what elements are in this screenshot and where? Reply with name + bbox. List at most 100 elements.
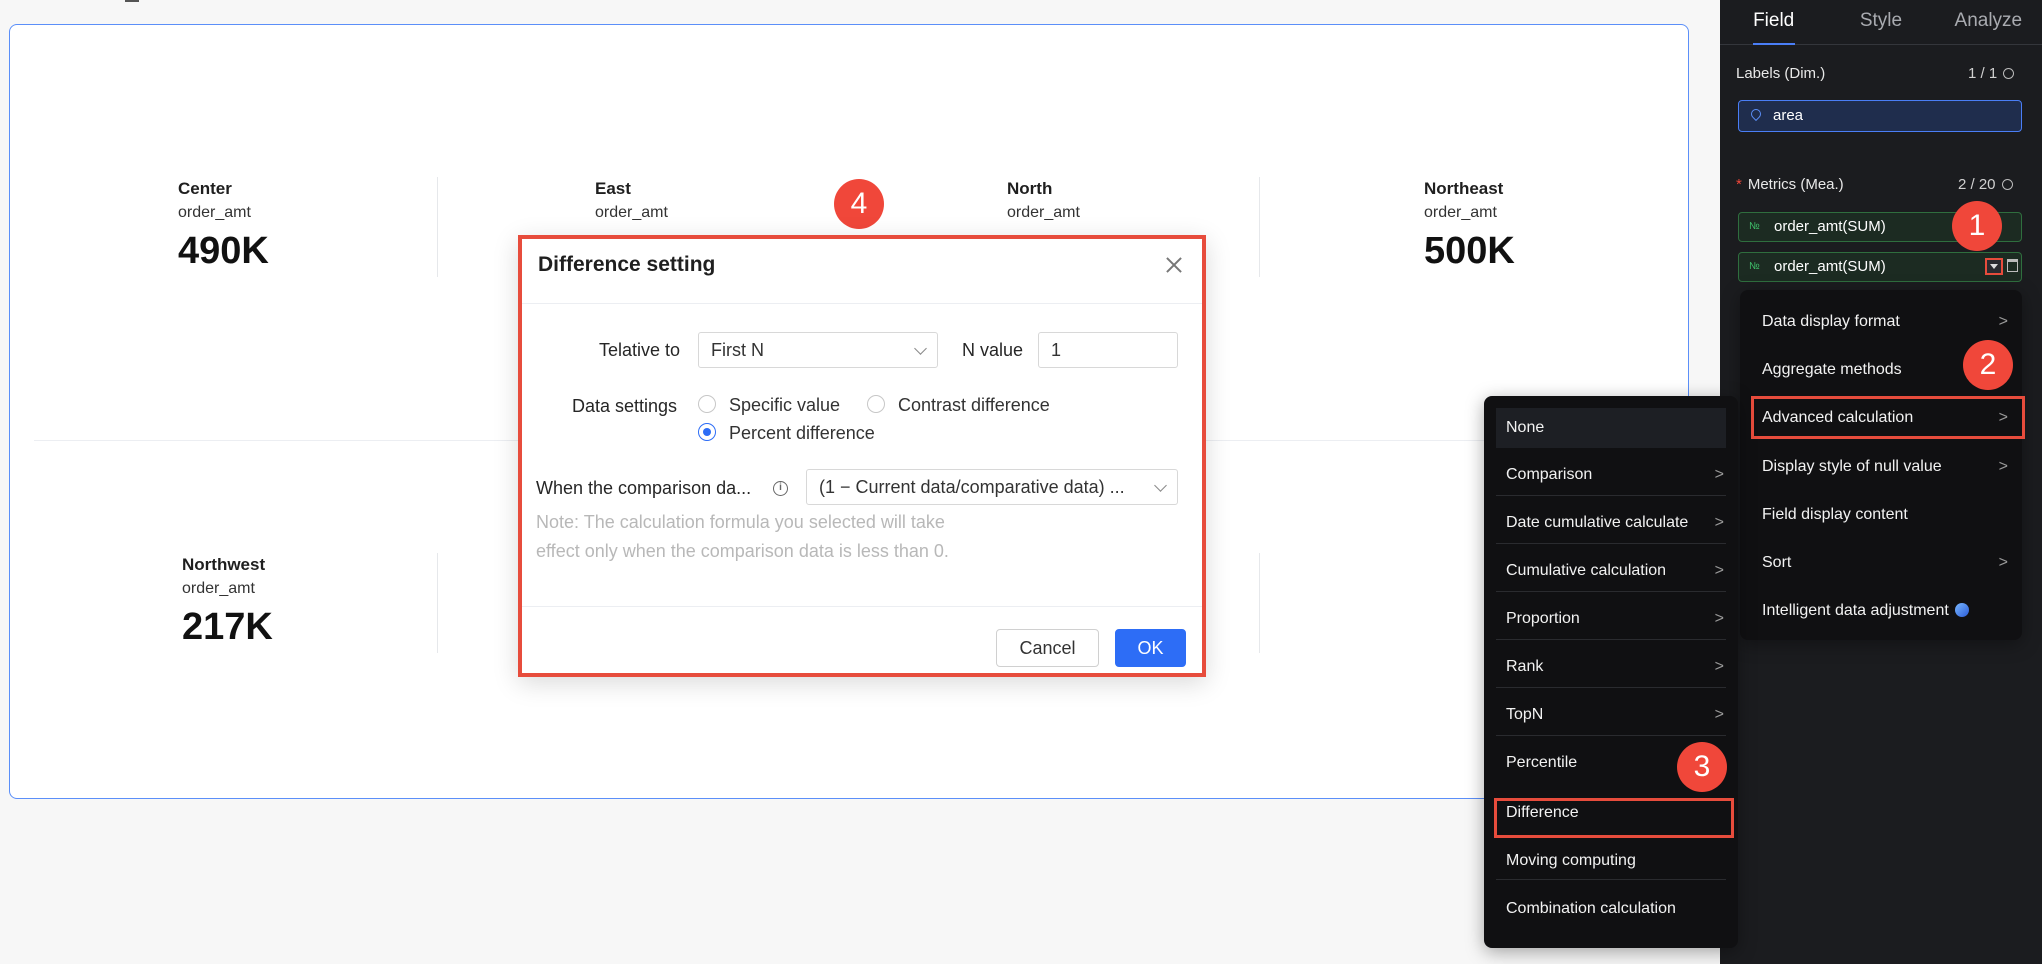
labels-section-title: Labels (Dim.) [1736,65,1826,82]
chevron-right-icon: > [1998,313,2008,330]
menu-item-label: Cumulative calculation [1506,562,1667,579]
gear-icon[interactable] [2001,179,2013,190]
menu-item-field-display-content[interactable]: Field display content [1740,506,2022,530]
menu-item-label: Data display format [1762,313,1900,330]
kpi-region: Northeast [1424,179,1504,198]
menu-item-label: TopN [1506,706,1544,723]
advanced-calculation-submenu: None Comparison > Date cumulative calcula… [1484,396,1738,948]
kpi-north: North order_amt [1007,178,1080,224]
dialog-footer-divider [522,606,1202,607]
menu-item-sort[interactable]: Sort > [1740,554,2022,578]
step-badge-3: 3 [1677,742,1727,792]
menu-item-data-display-format[interactable]: Data display format > [1740,313,2022,337]
menu-item-label: Comparison [1506,466,1593,483]
kpi-region: Center [178,179,232,198]
submenu-item-none[interactable]: None [1496,408,1726,448]
menu-item-label: Sort [1762,554,1792,571]
submenu-item-date-cumulative[interactable]: Date cumulative calculate > [1496,496,1726,544]
menu-item-intelligent-data-adjustment[interactable]: Intelligent data adjustment [1740,602,2022,626]
n-value-label: N value [962,340,1024,360]
menu-item-label: Difference [1506,804,1579,821]
kpi-measure: order_amt [1424,204,1497,221]
column-divider [437,553,438,653]
chevron-right-icon: > [1714,562,1724,579]
chevron-right-icon: > [1998,458,2008,475]
dimension-field-area[interactable]: area [1738,100,2022,132]
chevron-right-icon: > [1998,409,2008,426]
dialog-header-divider [522,303,1202,304]
kpi-center: Center order_amt 490K [178,178,269,274]
difference-setting-dialog: Difference setting Telative to First N N… [518,235,1206,677]
dropdown-arrow-button[interactable] [1985,258,2003,275]
close-icon[interactable] [1164,255,1184,275]
ok-button[interactable]: OK [1115,629,1186,667]
radio-specific-value[interactable]: Specific value [698,394,840,416]
info-icon[interactable]: i [773,481,788,496]
step-badge-2: 2 [1963,340,2013,390]
location-pin-icon [1748,106,1764,122]
kpi-northwest: Northwest order_amt 217K [182,554,273,650]
note-line-1: Note: The calculation formula you select… [536,512,945,532]
kpi-region: East [595,179,631,198]
trash-icon[interactable] [2007,259,2018,272]
menu-item-label: Display style of null value [1762,458,1942,475]
cancel-button[interactable]: Cancel [996,629,1099,667]
submenu-item-moving-computing[interactable]: Moving computing [1496,832,1726,880]
calculation-note: Note: The calculation formula you select… [536,508,996,566]
metric-label: order_amt(SUM) [1774,258,1886,275]
required-asterisk-icon: * [1736,176,1742,193]
tab-style[interactable]: Style [1827,0,1934,44]
tab-field[interactable]: Field [1720,0,1827,44]
top-cursor-stub [125,0,139,2]
metrics-section-title: * Metrics (Mea.) [1736,176,1844,193]
chevron-down-icon [914,342,927,355]
gear-icon[interactable] [2003,68,2015,79]
kpi-measure: order_amt [182,580,255,597]
menu-item-label: Proportion [1506,610,1580,627]
radio-contrast-difference[interactable]: Contrast difference [867,394,1050,416]
menu-item-label: Aggregate methods [1762,361,1902,378]
menu-item-display-style-null[interactable]: Display style of null value > [1740,458,2022,482]
menu-item-label: Date cumulative calculate [1506,514,1689,531]
chevron-right-icon: > [1714,610,1724,627]
ai-sparkle-icon [1954,603,1969,617]
kpi-region: North [1007,179,1053,198]
column-divider [1259,177,1260,277]
n-value-text: 1 [1051,340,1062,360]
submenu-item-rank[interactable]: Rank > [1496,640,1726,688]
radio-percent-difference[interactable]: Percent difference [698,422,875,444]
relative-to-select[interactable]: First N [698,332,938,368]
menu-item-label: Intelligent data adjustment [1762,602,1949,619]
kpi-region: Northwest [182,555,266,574]
menu-item-label: Combination calculation [1506,900,1676,917]
labels-count: 1 / 1 [1968,65,2015,82]
dialog-title: Difference setting [538,253,716,276]
kpi-northeast: Northeast order_amt 500K [1424,178,1515,274]
chevron-right-icon: > [1714,514,1724,531]
menu-item-label: None [1506,419,1545,436]
submenu-item-topn[interactable]: TopN > [1496,688,1726,736]
kpi-east: East order_amt [595,178,668,224]
chevron-right-icon: > [1714,706,1724,723]
submenu-item-cumulative[interactable]: Cumulative calculation > [1496,544,1726,592]
n-value-input[interactable]: 1 [1038,332,1178,368]
menu-item-label: Percentile [1506,754,1578,771]
panel-tabs: Field Style Analyze [1720,0,2042,45]
kpi-value: 490K [178,230,269,272]
menu-item-advanced-calculation[interactable]: Advanced calculation > [1740,409,2022,433]
submenu-item-proportion[interactable]: Proportion > [1496,592,1726,640]
dimension-label: area [1773,107,1804,124]
metrics-title-text: Metrics (Mea.) [1747,176,1844,193]
metric-field-2[interactable]: № order_amt(SUM) [1738,252,2022,282]
submenu-item-combination[interactable]: Combination calculation [1496,880,1726,928]
relative-to-value: First N [711,340,764,360]
comparison-formula-select[interactable]: (1 − Current data/comparative data) ... [806,469,1178,505]
comparison-label: When the comparison da... [536,478,752,498]
note-line-2: effect only when the comparison data is … [536,541,949,561]
kpi-value: 500K [1424,230,1515,272]
data-settings-label: Data settings [572,396,678,416]
comparison-formula-value: (1 − Current data/comparative data) ... [819,477,1125,497]
submenu-item-comparison[interactable]: Comparison > [1496,448,1726,496]
submenu-item-difference[interactable]: Difference [1496,796,1726,830]
tab-analyze[interactable]: Analyze [1935,0,2042,44]
